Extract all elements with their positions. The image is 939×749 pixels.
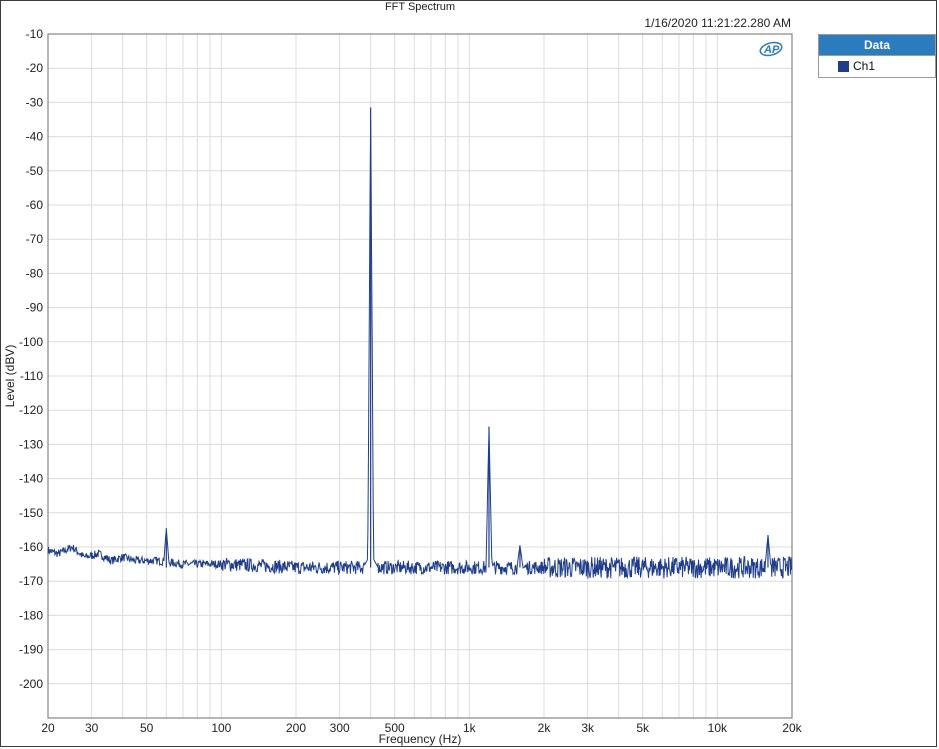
y-tick-label: -10 <box>26 27 44 41</box>
x-axis-label: Frequency (Hz) <box>379 732 462 746</box>
y-tick-label: -110 <box>20 369 43 383</box>
y-tick-label: -20 <box>26 61 44 75</box>
series-color-swatch <box>838 60 849 72</box>
legend-panel: Data Ch1 <box>818 34 936 78</box>
y-tick-label: -190 <box>19 643 43 657</box>
y-tick-label: -40 <box>26 130 44 144</box>
ap-logo-icon: AP <box>758 40 784 58</box>
y-tick-label: -100 <box>19 335 43 349</box>
legend-item-label: Ch1 <box>853 59 876 73</box>
x-tick-label: 1k <box>463 721 477 735</box>
x-tick-label: 10k <box>708 721 728 735</box>
y-tick-label: -30 <box>26 95 44 109</box>
y-tick-label: -60 <box>26 198 44 212</box>
x-tick-label: 5k <box>636 721 650 735</box>
x-tick-label: 50 <box>140 721 154 735</box>
y-tick-label: -200 <box>19 677 43 691</box>
y-tick-label: -50 <box>26 164 44 178</box>
x-tick-label: 300 <box>330 721 350 735</box>
x-tick-label: 2k <box>538 721 552 735</box>
y-tick-label: -130 <box>19 437 43 451</box>
y-axis-label: Level (dBV) <box>3 345 17 408</box>
legend-item-ch1[interactable]: Ch1 <box>819 56 935 76</box>
x-tick-label: 20 <box>41 721 55 735</box>
x-tick-label: 20k <box>782 721 802 735</box>
y-tick-label: -150 <box>19 506 43 520</box>
y-tick-label: -80 <box>26 266 44 280</box>
y-tick-label: -170 <box>19 574 43 588</box>
svg-text:AP: AP <box>763 44 780 56</box>
x-tick-label: 30 <box>85 721 99 735</box>
y-tick-label: -140 <box>19 472 43 486</box>
y-tick-label: -120 <box>19 403 43 417</box>
x-tick-label: 100 <box>211 721 231 735</box>
x-tick-label: 3k <box>581 721 595 735</box>
y-tick-label: -70 <box>26 232 44 246</box>
legend-title: Data <box>819 35 935 56</box>
y-tick-label: -180 <box>19 608 43 622</box>
fft-plot: -10 -20 -30 -40 -50 -60 -70 -80 -90 -100 -110 -120 -… <box>3 27 803 746</box>
x-tick-label: 200 <box>286 721 306 735</box>
y-tick-label: -160 <box>19 540 43 554</box>
y-tick-label: -90 <box>26 301 44 315</box>
